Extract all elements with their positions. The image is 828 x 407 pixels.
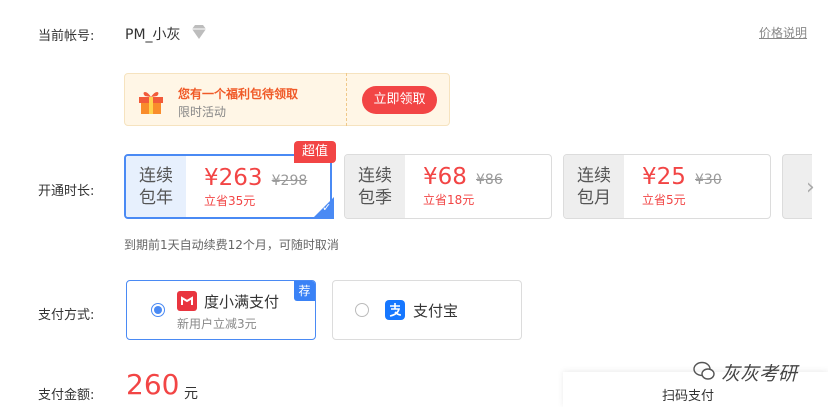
diamond-icon — [190, 24, 208, 40]
check-icon: ✓ — [322, 201, 332, 214]
plan-original-price: ¥298 — [271, 173, 308, 189]
chevron-right-icon[interactable]: › — [806, 175, 815, 200]
plan-card-monthly[interactable]: 连续包月 ¥25 ¥30 立省5元 — [563, 154, 771, 219]
scan-pay-label: 扫码支付 — [662, 389, 715, 404]
plan-saving: 立省35元 — [204, 194, 256, 208]
auto-renew-note: 到期前1天自动续费12个月，可随时取消 — [124, 238, 339, 252]
watermark-text: 灰灰考研 — [721, 363, 798, 385]
gift-subtitle: 限时活动 — [178, 105, 227, 119]
price-info-link[interactable]: 价格说明 — [759, 24, 807, 41]
pay-method-name: 支付宝 — [413, 302, 459, 320]
plan-price: ¥263 — [204, 165, 263, 191]
claim-gift-button[interactable]: 立即领取 — [362, 86, 437, 114]
plan-original-price: ¥86 — [476, 172, 503, 188]
recommend-badge: 荐 — [294, 281, 315, 301]
plan-card-yearly[interactable]: 连续包年 ¥263 ¥298 立省35元 — [124, 154, 332, 219]
wechat-icon — [693, 361, 715, 381]
pay-method-name: 度小满支付 — [204, 293, 280, 311]
plan-price: ¥25 — [642, 164, 686, 190]
plan-name: 连续包季 — [345, 155, 405, 218]
radio-unselected[interactable] — [355, 303, 369, 317]
account-label: 当前帐号: — [38, 29, 95, 44]
plan-name: 连续包月 — [564, 155, 624, 218]
gift-divider — [346, 73, 348, 126]
plan-price: ¥68 — [423, 164, 467, 190]
amount-value: 260 — [126, 368, 180, 401]
amount-unit: 元 — [184, 386, 198, 402]
pay-method-note: 新用户立减3元 — [177, 317, 257, 331]
account-name: PM_小灰 — [125, 27, 181, 43]
payment-label: 支付方式: — [38, 308, 95, 323]
plan-card-quarterly[interactable]: 连续包季 ¥68 ¥86 立省18元 — [344, 154, 552, 219]
plan-original-price: ¥30 — [695, 172, 722, 188]
radio-selected[interactable] — [151, 303, 165, 317]
plan-saving: 立省5元 — [642, 193, 686, 207]
plan-name: 连续包年 — [126, 156, 186, 217]
gift-title: 您有一个福利包待领取 — [178, 87, 299, 101]
duration-label: 开通时长: — [38, 184, 95, 199]
gift-icon — [136, 86, 166, 116]
plan-saving: 立省18元 — [423, 193, 475, 207]
pay-option-duxiaoman[interactable]: 度小满支付 新用户立减3元 — [126, 280, 316, 340]
pay-option-alipay[interactable]: 支付宝 — [332, 280, 522, 340]
best-value-badge: 超值 — [294, 141, 336, 163]
alipay-icon — [385, 300, 405, 320]
duxiaoman-icon — [177, 291, 197, 311]
amount-label: 支付金额: — [38, 388, 95, 403]
